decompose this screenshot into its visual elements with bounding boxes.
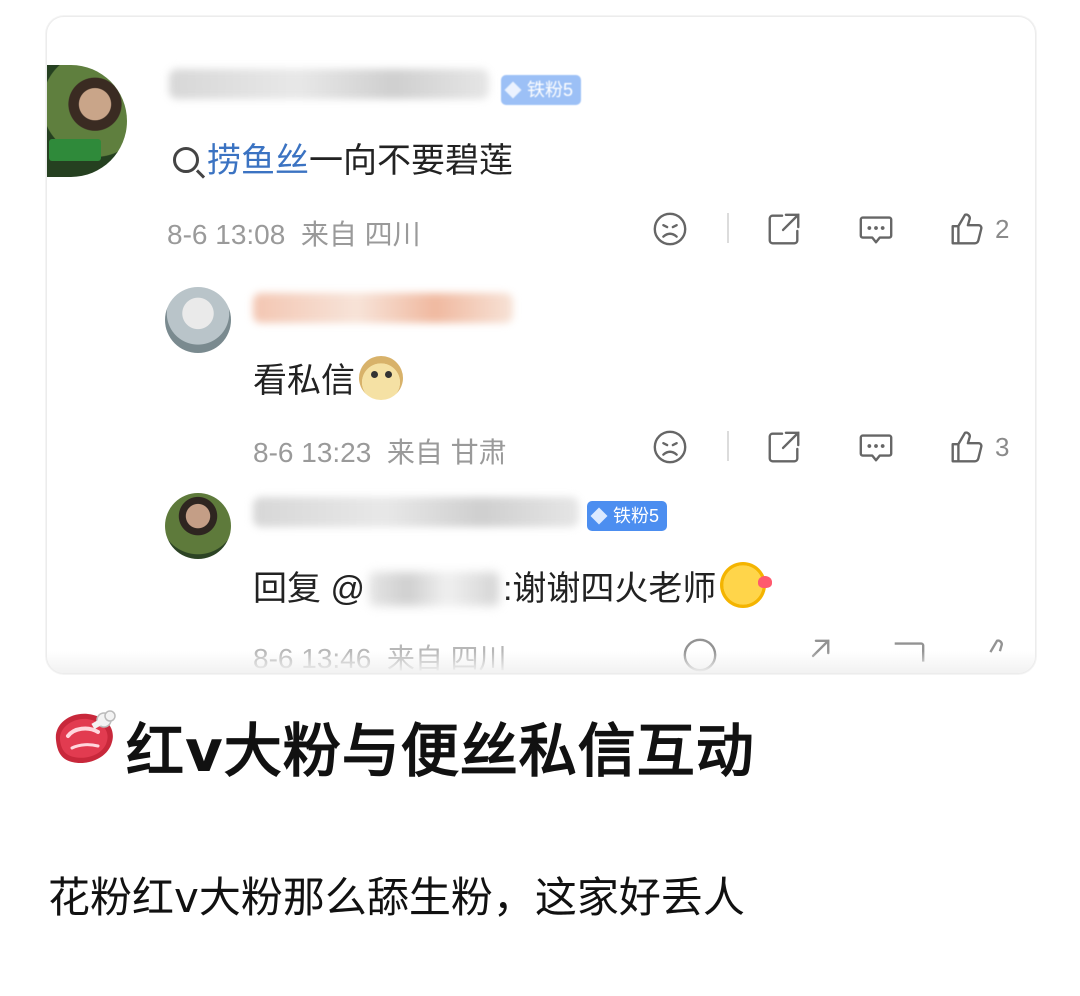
meat-icon bbox=[55, 710, 116, 764]
blush-emoji-icon bbox=[720, 562, 773, 608]
card-bottom-fade bbox=[47, 651, 1035, 673]
reply1-text: 看私信 bbox=[253, 353, 403, 402]
thumbs-up-icon bbox=[951, 213, 983, 245]
reply2-text: 回复 @ :谢谢四火老师 bbox=[253, 561, 773, 610]
frown-icon bbox=[653, 430, 687, 464]
reply-button[interactable] bbox=[857, 427, 895, 467]
comment-screenshot: 铁粉5 捞鱼丝一向不要碧莲 8-6 13:08 来自 四川 2 看私信 8-6 … bbox=[46, 16, 1036, 674]
comment-action-bar: 2 bbox=[47, 209, 1035, 249]
thumbs-up-icon bbox=[951, 431, 983, 463]
fan-level-badge: 铁粉5 bbox=[501, 75, 582, 105]
like-count: 3 bbox=[995, 431, 1010, 462]
comment-text-body: 一向不要碧莲 bbox=[309, 142, 513, 180]
doge-emoji-icon bbox=[359, 356, 403, 400]
share-button[interactable] bbox=[765, 209, 803, 249]
action-divider bbox=[727, 213, 729, 243]
dislike-button[interactable] bbox=[651, 209, 689, 249]
fan-level-badge: 铁粉5 bbox=[587, 501, 668, 531]
commenter-avatar[interactable] bbox=[47, 65, 127, 177]
reply2-avatar[interactable] bbox=[165, 493, 231, 559]
share-icon bbox=[768, 431, 800, 463]
comment-icon bbox=[859, 434, 893, 462]
like-button[interactable]: 3 bbox=[947, 427, 1009, 467]
dislike-button[interactable] bbox=[651, 427, 689, 467]
reply2-text-body: :谢谢四火老师 bbox=[502, 570, 717, 608]
reply1-action-bar: 3 bbox=[47, 427, 1035, 467]
reply2-name-blurred[interactable] bbox=[253, 497, 579, 527]
mention-blurred[interactable] bbox=[368, 572, 499, 606]
reply2-prefix: 回复 @ bbox=[253, 570, 365, 608]
reply1-avatar[interactable] bbox=[165, 287, 231, 353]
post-title: 红v大粉与便丝私信互动 bbox=[126, 717, 755, 785]
search-topic-link[interactable]: 捞鱼丝 bbox=[207, 142, 309, 180]
reply1-text-body: 看私信 bbox=[253, 362, 355, 400]
reply1-name-blurred[interactable] bbox=[253, 293, 513, 323]
share-icon bbox=[768, 213, 800, 245]
like-button[interactable]: 2 bbox=[947, 209, 1009, 249]
post-body: 花粉红v大粉那么舔生粉，这家好丢人 bbox=[48, 873, 745, 922]
comment-text: 捞鱼丝一向不要碧莲 bbox=[173, 133, 513, 182]
comment-icon bbox=[859, 216, 893, 244]
diamond-icon bbox=[590, 507, 608, 525]
share-button[interactable] bbox=[765, 427, 803, 467]
commenter-name-blurred[interactable] bbox=[169, 69, 489, 99]
frown-icon bbox=[653, 212, 687, 246]
like-count: 2 bbox=[995, 213, 1010, 244]
avatar-caption-sticker bbox=[49, 139, 101, 161]
diamond-icon bbox=[504, 81, 522, 99]
search-icon bbox=[173, 147, 199, 173]
action-divider bbox=[727, 431, 729, 461]
reply-button[interactable] bbox=[857, 209, 895, 249]
